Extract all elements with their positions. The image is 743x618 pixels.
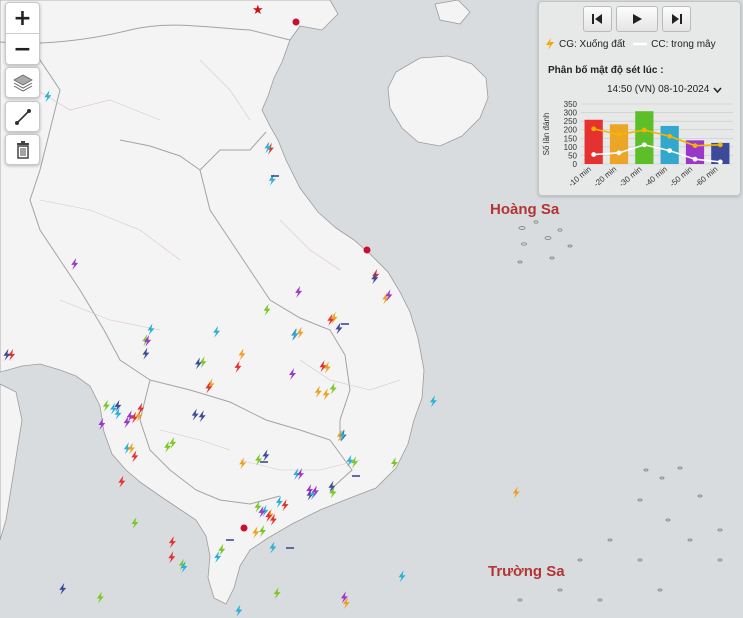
cg-point [591,126,597,132]
measure-button[interactable] [5,101,40,132]
cc-point [641,142,647,148]
lightning-panel: CG: Xuống đất CC: trong mây Phân bố mật … [538,1,741,196]
label-truong-sa: Trường Sa [488,563,565,580]
bar [660,125,679,164]
y-axis-label: Số lần đánh [542,113,551,156]
label-hoang-sa: Hoàng Sa [490,201,560,218]
x-tick-label: -40 min [643,165,669,189]
legend-cc: CC: trong mây [651,38,716,50]
cg-point [667,133,673,139]
y-tick-label: 150 [564,134,578,143]
x-tick-label: -60 min [693,165,719,189]
panel-title: Phân bố mật độ sét lúc : [548,65,664,76]
cc-point [667,148,673,154]
legend: CG: Xuống đất CC: trong mây [545,38,716,50]
legend-cg: CG: Xuống đất [559,38,626,50]
y-tick-label: 350 [564,100,578,109]
x-tick-label: -30 min [617,165,643,189]
cc-point [591,152,597,157]
y-tick-label: 300 [564,109,578,118]
playback-controls [583,6,691,32]
play-button[interactable] [615,6,659,32]
delete-button[interactable] [5,134,40,165]
cg-point [692,143,698,149]
previous-button[interactable] [583,6,612,32]
svg-text:★: ★ [252,3,264,18]
cg-point [641,127,647,133]
play-icon [633,14,642,24]
y-tick-label: 100 [564,143,578,152]
cg-bolt-icon [546,38,554,50]
y-tick-label: 50 [568,151,577,160]
measure-line-icon [14,108,31,125]
y-tick-label: 0 [573,160,578,169]
cc-line-icon [633,42,648,46]
bar [635,111,654,164]
skip-forward-icon [671,14,682,24]
bar [584,119,603,164]
zoom-in-button[interactable]: + [6,3,39,33]
cc-point [692,156,698,162]
y-tick-label: 250 [564,117,578,126]
cg-point [717,142,723,148]
skip-back-icon [592,14,603,24]
time-value: 14:50 (VN) 08-10-2024 [607,84,710,95]
x-tick-label: -10 min [567,165,593,189]
time-select[interactable]: 14:50 (VN) 08-10-2024 [607,84,722,95]
chevron-down-icon [713,87,722,93]
zoom-out-button[interactable]: − [6,33,39,64]
next-button[interactable] [662,6,691,32]
cc-point [616,150,622,156]
zoom-control: + − [5,2,40,65]
layers-icon [12,74,33,92]
density-chart: Số lần đánh050100150200250300350-10 min -… [542,100,733,189]
trash-icon [16,140,29,159]
y-tick-label: 200 [564,126,578,135]
bar [609,124,629,164]
layers-button[interactable] [5,67,40,98]
cc-point [717,159,723,165]
cg-point [616,132,622,137]
x-tick-label: -20 min [592,165,618,189]
x-tick-label: -50 min [668,165,694,189]
